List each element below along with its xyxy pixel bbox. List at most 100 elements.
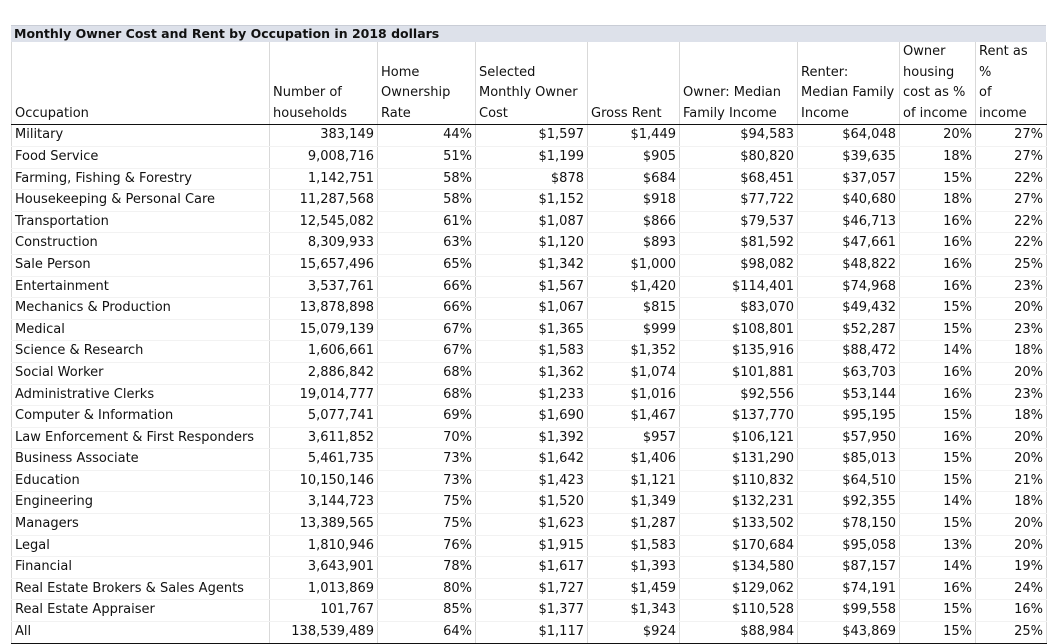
occupation-cell: Computer & Information (11, 405, 270, 428)
value-cell: $866 (587, 211, 680, 234)
table-row: Education 10,150,146 73% $1,423 $1,121 $110,8… (11, 470, 1047, 493)
value-cell: 27% (975, 146, 1047, 169)
value-cell: $39,635 (797, 146, 900, 169)
value-cell: 16% (899, 362, 976, 385)
occupation-cell: Mechanics & Production (11, 297, 270, 320)
value-cell: 64% (377, 621, 476, 644)
value-cell: 15% (899, 168, 976, 191)
value-cell: 15% (899, 470, 976, 493)
table-row: Administrative Clerks 19,014,777 68% $1,233… (11, 384, 1047, 407)
value-cell: 12,545,082 (269, 211, 378, 234)
occupation-cell: Real Estate Appraiser (11, 599, 270, 623)
value-cell: $99,558 (797, 599, 900, 623)
value-cell: 78% (377, 556, 476, 579)
value-cell: $1,362 (475, 362, 588, 385)
value-cell: $1,915 (475, 535, 588, 558)
value-cell: 18% (975, 491, 1047, 515)
occupation-cell: Transportation (11, 211, 270, 234)
value-cell: $1,121 (587, 470, 680, 493)
value-cell: 14% (899, 556, 976, 579)
value-cell: 25% (975, 254, 1047, 277)
value-cell: $1,393 (587, 556, 680, 579)
value-cell: $878 (475, 168, 588, 191)
value-cell: 22% (975, 168, 1047, 191)
value-cell: 13,878,898 (269, 297, 378, 320)
title-bar: Monthly Owner Cost and Rent by Occupatio… (11, 25, 1046, 42)
header-row: Occupation Number of households Home Ownersh… (11, 42, 1047, 126)
value-cell: 19,014,777 (269, 384, 378, 407)
value-cell: 80% (377, 578, 476, 601)
value-cell: $78,150 (797, 513, 900, 536)
data-table-container: Occupation Number of households Home Ownersh… (11, 42, 1047, 644)
value-cell: 9,008,716 (269, 146, 378, 169)
value-cell: $134,580 (679, 556, 798, 579)
value-cell: $1,074 (587, 362, 680, 385)
column-header: Selected Monthly Owner Cost (475, 42, 588, 126)
column-header: Home Ownership Rate (377, 42, 476, 126)
value-cell: 20% (975, 448, 1047, 471)
table-row: Military 383,149 44% $1,597 $1,449 $94,583 $64… (11, 124, 1047, 147)
value-cell: $1,690 (475, 405, 588, 428)
value-cell: 22% (975, 232, 1047, 255)
value-cell: $81,592 (679, 232, 798, 255)
value-cell: $1,420 (587, 276, 680, 299)
value-cell: $101,881 (679, 362, 798, 385)
value-cell: 20% (975, 513, 1047, 536)
value-cell: $80,820 (679, 146, 798, 169)
value-cell: 101,767 (269, 599, 378, 623)
value-cell: $1,349 (587, 491, 680, 515)
value-cell: $92,355 (797, 491, 900, 515)
occupation-cell: Food Service (11, 146, 270, 169)
value-cell: 61% (377, 211, 476, 234)
value-cell: 66% (377, 276, 476, 299)
value-cell: $1,117 (475, 621, 588, 644)
value-cell: $92,556 (679, 384, 798, 407)
table-row: Science & Research 1,606,661 67% $1,583 $1,3… (11, 340, 1047, 363)
value-cell: 15% (899, 319, 976, 342)
value-cell: $106,121 (679, 427, 798, 450)
value-cell: $893 (587, 232, 680, 255)
value-cell: 20% (975, 297, 1047, 320)
value-cell: 73% (377, 470, 476, 493)
value-cell: $905 (587, 146, 680, 169)
value-cell: $48,822 (797, 254, 900, 277)
column-header: Occupation (11, 42, 270, 126)
value-cell: $64,048 (797, 124, 900, 147)
column-header: Renter: Median Family Income (797, 42, 900, 126)
value-cell: 5,077,741 (269, 405, 378, 428)
value-cell: $1,520 (475, 491, 588, 515)
value-cell: 19% (975, 556, 1047, 579)
table-row: Sale Person 15,657,496 65% $1,342 $1,000 $98,… (11, 254, 1047, 277)
value-cell: 138,539,489 (269, 621, 378, 644)
value-cell: $77,722 (679, 189, 798, 212)
value-cell: 85% (377, 599, 476, 623)
value-cell: $83,070 (679, 297, 798, 320)
value-cell: $1,342 (475, 254, 588, 277)
value-cell: $1,067 (475, 297, 588, 320)
table-row: Farming, Fishing & Forestry 1,142,751 58% $… (11, 168, 1047, 191)
value-cell: $957 (587, 427, 680, 450)
value-cell: 68% (377, 384, 476, 407)
table-row: Computer & Information 5,077,741 69% $1,690… (11, 405, 1047, 428)
value-cell: $1,352 (587, 340, 680, 363)
value-cell: $95,195 (797, 405, 900, 428)
value-cell: 44% (377, 124, 476, 147)
value-cell: $88,984 (679, 621, 798, 644)
value-cell: 3,611,852 (269, 427, 378, 450)
column-header: Gross Rent (587, 42, 680, 126)
value-cell: 18% (899, 146, 976, 169)
value-cell: $79,537 (679, 211, 798, 234)
table-row: Food Service 9,008,716 51% $1,199 $905 $80,82… (11, 146, 1047, 169)
value-cell: 13% (899, 535, 976, 558)
occupation-cell: Law Enforcement & First Responders (11, 427, 270, 450)
value-cell: 2,886,842 (269, 362, 378, 385)
column-header: Number of households (269, 42, 378, 126)
value-cell: 383,149 (269, 124, 378, 147)
value-cell: 16% (975, 599, 1047, 623)
value-cell: $64,510 (797, 470, 900, 493)
value-cell: 70% (377, 427, 476, 450)
value-cell: 23% (975, 384, 1047, 407)
value-cell: 15% (899, 621, 976, 644)
value-cell: 14% (899, 491, 976, 515)
value-cell: 15,657,496 (269, 254, 378, 277)
